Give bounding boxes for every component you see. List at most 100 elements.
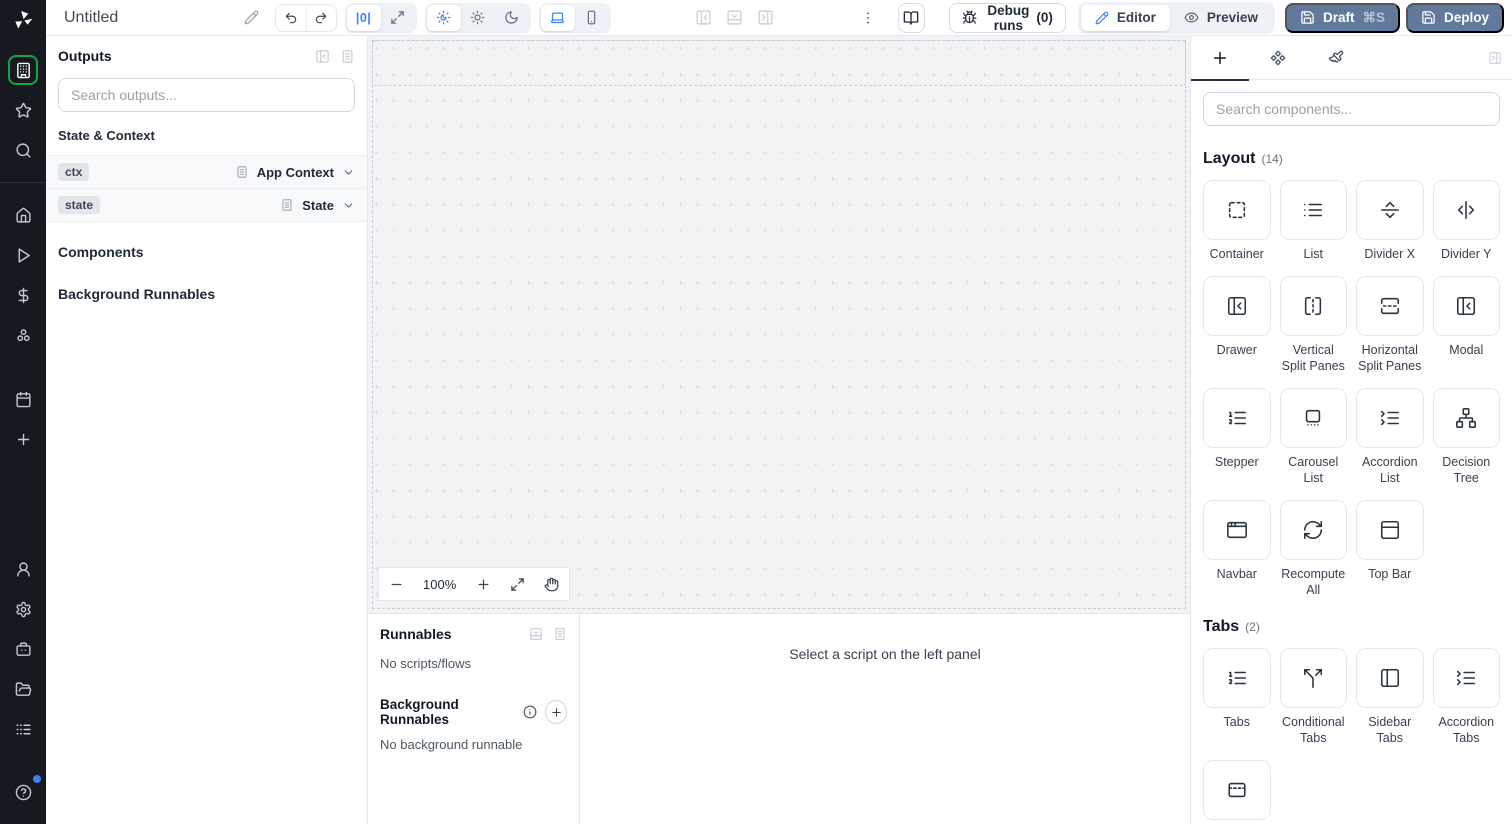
mobile-view-button[interactable] [575,5,609,31]
pan-hand-button[interactable] [544,577,559,592]
horizontal-split-icon [1379,295,1401,317]
windmill-logo[interactable] [0,0,46,40]
component-card-drawer[interactable] [1203,276,1271,336]
divider-y-icon [1455,199,1477,221]
theme-light-button[interactable] [461,5,495,31]
chevron-down-icon[interactable] [342,166,355,179]
ctx-row[interactable]: ctx App Context [46,156,367,189]
deploy-button[interactable]: Deploy [1405,2,1504,33]
accordion-tabs-icon [1455,667,1477,689]
toggle-bottom-panel-icon[interactable] [726,9,743,26]
toggle-left-panel-icon[interactable] [695,9,712,26]
component-card-conditional-tabs[interactable] [1279,648,1347,708]
component-card-container[interactable] [1203,180,1271,240]
sidebar-folder-button[interactable] [8,674,38,704]
state-context-heading: State & Context [58,128,155,143]
component-item-accordion-tabs: Accordion Tabs [1432,648,1500,746]
fit-view-button[interactable] [510,577,525,592]
tab-styling[interactable] [1307,36,1365,80]
sidebar-resources-button[interactable] [8,320,38,350]
component-label: Horizontal Split Panes [1358,343,1422,373]
component-card-hidden-card[interactable] [1203,760,1271,820]
search-outputs-input[interactable] [58,78,355,112]
component-card-navbar[interactable] [1203,500,1271,560]
component-item-modal: Modal [1432,276,1500,374]
navbar-icon [1226,519,1248,541]
outputs-doc-icon[interactable] [340,49,355,64]
component-card-recompute-all[interactable] [1279,500,1347,560]
component-item-stepper: Stepper [1203,388,1271,486]
collapse-outputs-icon[interactable] [315,49,330,64]
component-card-sidebar-tabs[interactable] [1356,648,1424,708]
docs-button[interactable] [897,2,926,33]
sidebar-building-button[interactable] [8,55,38,85]
runnables-empty-text: No scripts/flows [380,656,472,671]
sidebar-user-button[interactable] [8,554,38,584]
component-card-divider-y[interactable] [1432,180,1500,240]
runnables-doc-icon[interactable] [553,627,567,641]
desktop-view-button[interactable] [540,4,575,31]
component-card-accordion-list[interactable] [1356,388,1424,448]
component-card-modal[interactable] [1432,276,1500,336]
component-card-carousel-list[interactable] [1279,388,1347,448]
debug-runs-button[interactable]: Debug runs (0) [949,2,1066,33]
sidebar-play-button[interactable] [8,240,38,270]
zoom-out-button[interactable] [389,577,404,592]
section-count: (2) [1245,620,1260,634]
component-label: Accordion Tabs [1438,715,1495,745]
sidebar-logs-button[interactable] [8,714,38,744]
component-card-stepper[interactable] [1203,388,1271,448]
draft-button[interactable]: Draft ⌘S [1284,2,1400,33]
component-card-vertical-split-panes[interactable] [1279,276,1347,336]
collapse-components-icon[interactable] [1488,51,1502,65]
bottom-panel: Runnables No scripts/flows Background Ru… [368,614,1190,824]
theme-auto-button[interactable] [426,4,461,31]
component-label: List [1303,247,1323,261]
sidebar-calendar-button[interactable] [8,384,38,414]
background-runnables-empty-text: No background runnable [380,737,523,752]
redo-button[interactable] [305,4,336,31]
sidebar-worker-button[interactable] [8,634,38,664]
component-card-list[interactable] [1279,180,1347,240]
undo-button[interactable] [276,5,305,31]
tab-insert-component[interactable] [1191,36,1249,81]
sidebar-plus-button[interactable] [8,424,38,454]
state-row[interactable]: state State [46,189,367,222]
component-card-tabs[interactable] [1203,648,1271,708]
toggle-right-panel-icon[interactable] [757,9,774,26]
editor-tab[interactable]: Editor [1080,4,1170,31]
add-background-runnable-button[interactable] [545,700,567,724]
device-toggle-group [538,2,611,33]
sidebar-home-button[interactable] [8,200,38,230]
component-item-decision-tree: Decision Tree [1432,388,1500,486]
zoom-toggle-group: |0| [344,2,417,33]
chevron-down-icon[interactable] [342,199,355,212]
zoom-reset-button[interactable]: |0| [346,4,381,31]
rename-pencil-icon[interactable] [244,10,259,25]
sidebar-star-button[interactable] [8,95,38,125]
tab-component-settings[interactable] [1249,36,1307,80]
doc-icon [235,165,249,179]
search-components-input[interactable] [1203,92,1500,126]
more-menu-button[interactable] [860,10,876,26]
component-card-decision-tree[interactable] [1432,388,1500,448]
bug-icon [962,10,977,25]
drop-placeholder[interactable] [372,40,1186,86]
doc-icon [280,198,294,212]
app-canvas[interactable]: + + + + + + + + + + + + + + + + + + + + + + + + + + + + + + + + + + + + + + + +… [368,36,1190,614]
sidebar-dollar-button[interactable] [8,280,38,310]
preview-tab[interactable]: Preview [1170,5,1272,31]
component-label: Conditional Tabs [1281,715,1345,745]
sidebar-help-button[interactable] [8,775,41,807]
expand-canvas-button[interactable] [381,5,415,31]
component-card-top-bar[interactable] [1356,500,1424,560]
component-card-horizontal-split-panes[interactable] [1356,276,1424,336]
theme-dark-button[interactable] [495,5,529,31]
component-card-accordion-tabs[interactable] [1432,648,1500,708]
sidebar-settings-button[interactable] [8,594,38,624]
component-card-divider-x[interactable] [1356,180,1424,240]
collapse-runnables-icon[interactable] [529,627,543,641]
sidebar-search-button[interactable] [8,135,38,165]
zoom-in-button[interactable] [476,577,491,592]
page-title[interactable]: Untitled [64,9,118,27]
